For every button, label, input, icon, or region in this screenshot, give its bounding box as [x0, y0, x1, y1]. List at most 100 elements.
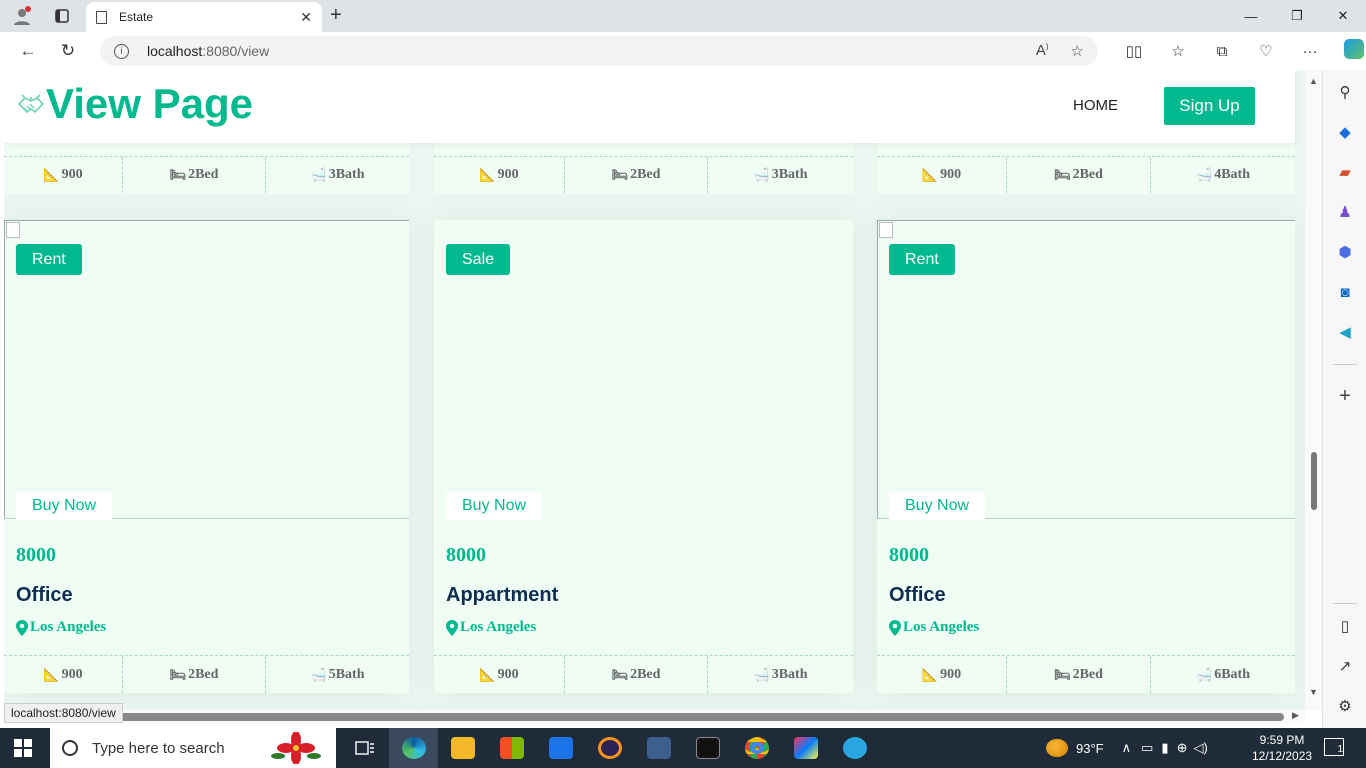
feature-baths: 🛁 3Bath [708, 656, 853, 693]
baths-value: 3Bath [771, 666, 808, 682]
hide-sidebar-icon[interactable]: ▯ [1335, 616, 1355, 636]
add-sidebar-icon[interactable]: + [1335, 385, 1355, 407]
send-icon[interactable]: ◀ [1335, 322, 1355, 342]
property-price: 8000 [16, 544, 56, 566]
collections-icon[interactable]: ⧉ [1200, 43, 1244, 60]
mail-icon[interactable] [536, 728, 585, 768]
horizontal-scrollbar[interactable]: ▶ [4, 710, 1305, 724]
new-tab-icon[interactable]: + [330, 4, 342, 27]
more-menu-icon[interactable]: ··· [1288, 43, 1332, 60]
split-screen-icon[interactable]: ▯▯ [1112, 42, 1156, 60]
url-path: :8080/view [202, 43, 270, 59]
edge-browser-icon[interactable] [389, 728, 438, 768]
battery-icon[interactable]: ▮ [1161, 740, 1168, 756]
baths-value: 3Bath [771, 167, 808, 182]
search-icon[interactable]: ⚲ [1335, 82, 1355, 102]
bath-icon: 🛁 [1196, 666, 1213, 682]
favorite-star-icon[interactable]: ☆ [1071, 42, 1084, 60]
beds-value: 2Bed [188, 167, 219, 182]
windows-start-icon[interactable] [0, 728, 46, 768]
browser-tab[interactable]: Estate ✕ [86, 2, 322, 32]
notification-center-icon[interactable]: 1 [1324, 738, 1344, 756]
feature-area: 📐 900 [434, 157, 565, 193]
tab-actions-icon[interactable] [42, 0, 82, 32]
scroll-up-icon[interactable]: ▲ [1309, 76, 1318, 86]
refresh-icon[interactable]: ↻ [48, 41, 88, 61]
taskbar-search-box[interactable]: Type here to search [50, 728, 336, 768]
baths-value: 3Bath [328, 167, 365, 182]
settings-icon[interactable]: ⚙ [1335, 696, 1355, 716]
meet-now-icon[interactable]: ▭ [1141, 740, 1153, 756]
sign-up-button[interactable]: Sign Up [1164, 87, 1255, 125]
scroll-down-icon[interactable]: ▼ [1309, 687, 1318, 697]
intellij-icon[interactable] [781, 728, 830, 768]
status-badge: Sale [446, 244, 511, 275]
buy-now-button[interactable]: Buy Now [16, 492, 113, 520]
read-aloud-icon[interactable]: A) [1036, 42, 1049, 60]
scrollbar-thumb[interactable] [116, 713, 1284, 721]
mysql-cli-icon[interactable] [683, 728, 732, 768]
buy-now-button[interactable]: Buy Now [889, 492, 986, 520]
buy-now-button[interactable]: Buy Now [446, 492, 543, 520]
games-icon[interactable]: ♟ [1335, 202, 1355, 222]
scrollbar-thumb[interactable] [1311, 452, 1317, 510]
property-card-partial: 📐 900 🛏 2Bed 🛁 4Bath [877, 143, 1295, 194]
vertical-scrollbar[interactable]: ▲ ▼ [1305, 70, 1322, 710]
beds-value: 2Bed [1072, 666, 1103, 682]
address-bar-row: ← ↻ i localhost:8080/view A) ☆ ▯▯ ☆ ⧉ ♡ … [0, 32, 1366, 70]
weather-temp[interactable]: 93°F [1076, 741, 1104, 756]
feature-row: 📐 900 🛏 2Bed 🛁 3Bath [4, 156, 409, 193]
location-text: Los Angeles [30, 619, 107, 635]
feature-area: 📐 900 [4, 656, 123, 693]
clock-date: 12/12/2023 [1252, 749, 1313, 763]
scroll-right-icon[interactable]: ▶ [1292, 710, 1299, 721]
property-type[interactable]: Appartment [446, 584, 558, 607]
bed-icon: 🛏 [611, 666, 629, 682]
windows-taskbar: Type here to search 93°F ∧ ▭ ▮ ⊕ ◁) 9:59… [0, 728, 1366, 768]
tools-briefcase-icon[interactable]: ▰ [1335, 162, 1355, 182]
task-view-icon[interactable] [340, 728, 389, 768]
area-value: 900 [940, 666, 962, 682]
property-type[interactable]: Office [16, 584, 73, 607]
property-location: Los Angeles [16, 619, 106, 636]
nav-home-link[interactable]: HOME [1073, 97, 1118, 114]
ruler-icon: 📐 [43, 666, 60, 682]
microsoft365-icon[interactable]: ⬢ [1335, 242, 1355, 262]
back-icon[interactable]: ← [8, 41, 48, 61]
address-bar[interactable]: i localhost:8080/view A) ☆ [100, 36, 1098, 66]
shopping-tag-icon[interactable]: ◆ [1335, 122, 1355, 142]
property-location: Los Angeles [446, 619, 536, 636]
property-card-partial: 📐 900 🛏 2Bed 🛁 3Bath [4, 143, 409, 194]
area-value: 900 [61, 167, 83, 182]
chrome-icon[interactable] [732, 728, 781, 768]
network-globe-icon[interactable]: ⊕ [1177, 740, 1188, 756]
minimize-icon[interactable]: — [1228, 0, 1274, 32]
notification-count: 1 [1337, 744, 1343, 755]
telegram-icon[interactable] [830, 728, 879, 768]
close-tab-icon[interactable]: ✕ [300, 9, 312, 26]
microsoft-store-icon[interactable] [487, 728, 536, 768]
show-hidden-icons[interactable]: ∧ [1122, 740, 1132, 756]
area-value: 900 [497, 666, 519, 682]
weather-icon[interactable] [1046, 739, 1068, 757]
mysql-workbench-icon[interactable] [634, 728, 683, 768]
ruler-icon: 📐 [921, 666, 939, 682]
broken-image-icon [879, 222, 893, 238]
file-explorer-icon[interactable] [438, 728, 487, 768]
feature-beds: 🛏 2Bed [1007, 656, 1151, 693]
site-info-icon[interactable]: i [114, 43, 129, 59]
profile-icon[interactable] [2, 0, 42, 32]
handshake-logo-icon[interactable] [16, 90, 46, 120]
restore-icon[interactable]: ❐ [1274, 0, 1320, 32]
area-value: 900 [61, 666, 83, 682]
performance-icon[interactable]: ♡ [1244, 42, 1288, 60]
close-window-icon[interactable]: ✕ [1320, 0, 1366, 32]
property-type[interactable]: Office [889, 584, 946, 607]
system-clock[interactable]: 9:59 PM 12/12/2023 [1252, 732, 1312, 764]
copilot-icon[interactable] [1332, 39, 1366, 63]
outlook-icon[interactable]: ◙ [1335, 282, 1355, 302]
favorites-icon[interactable]: ☆ [1156, 42, 1200, 60]
eclipse-icon[interactable] [585, 728, 634, 768]
open-external-icon[interactable]: ↗ [1335, 656, 1355, 676]
volume-icon[interactable]: ◁) [1193, 740, 1207, 756]
